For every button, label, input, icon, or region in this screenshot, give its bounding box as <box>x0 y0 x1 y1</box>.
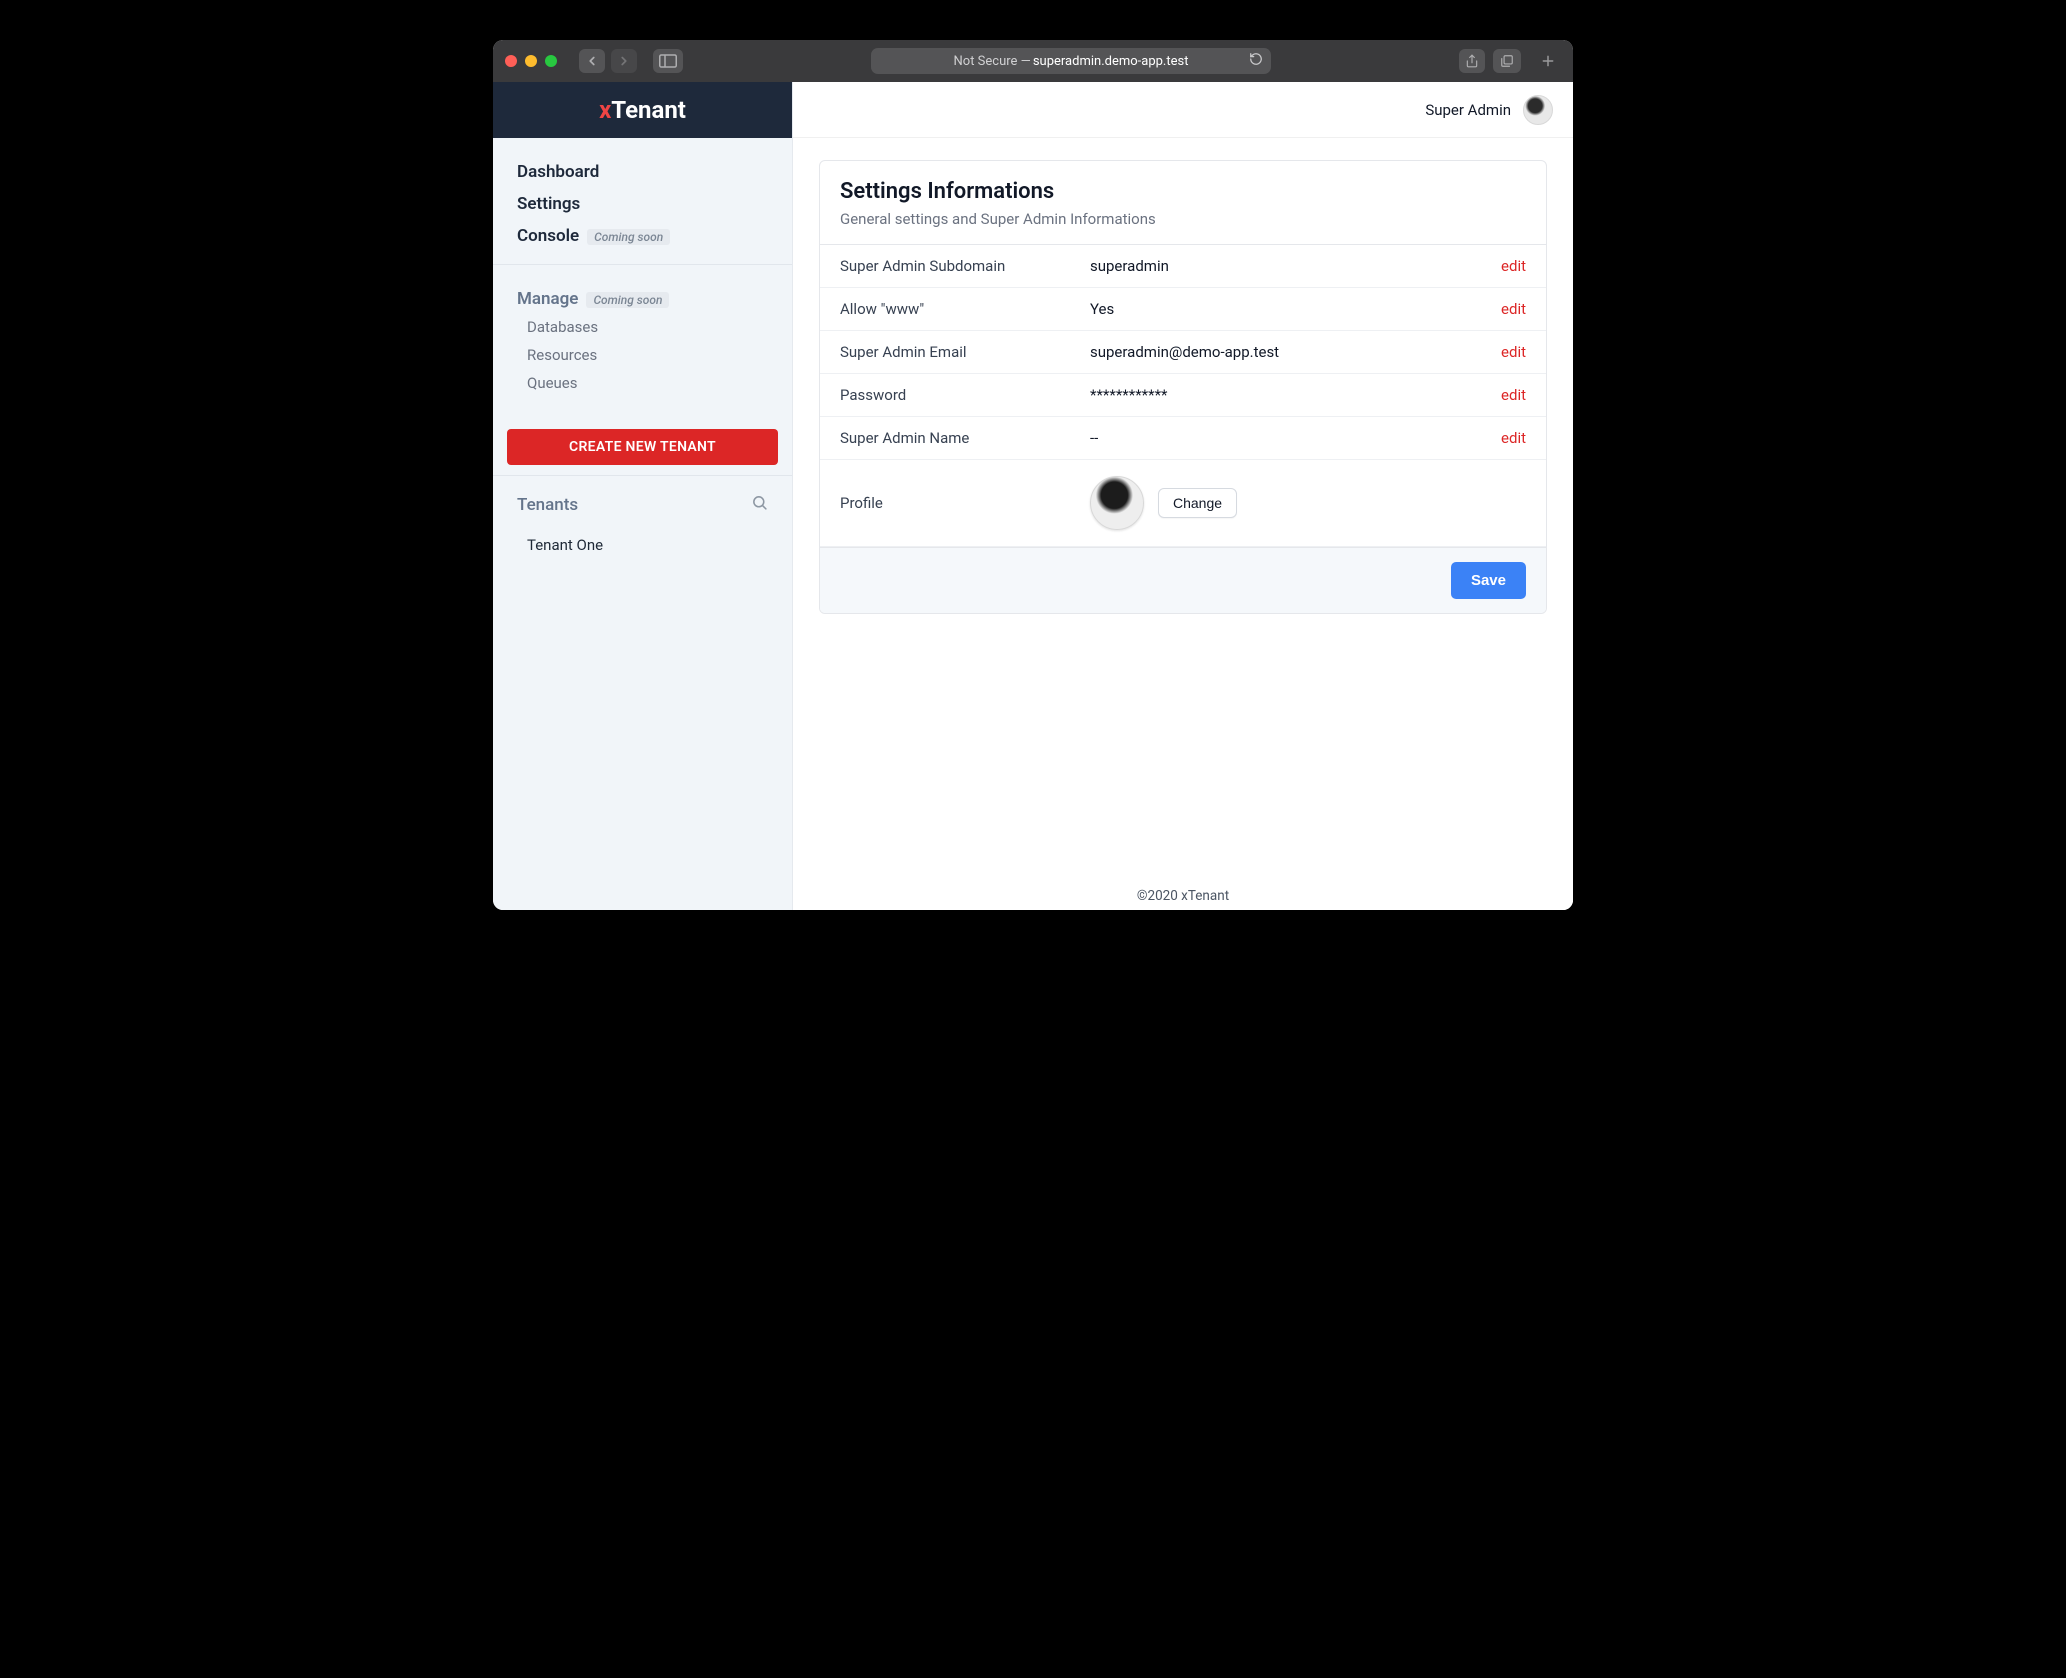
new-tab-button[interactable] <box>1535 48 1561 74</box>
footer: ©2020 xTenant <box>793 874 1573 910</box>
browser-window: Not Secure — superadmin.demo-app.test <box>493 40 1573 910</box>
edit-name[interactable]: edit <box>1501 429 1526 447</box>
card-footer: Save <box>820 547 1546 613</box>
card-subtitle: General settings and Super Admin Informa… <box>840 210 1526 228</box>
value-profile: Change <box>1090 476 1516 530</box>
nav-dashboard-label: Dashboard <box>517 162 599 182</box>
share-icon <box>1465 53 1479 69</box>
back-button[interactable] <box>579 49 605 73</box>
card-title: Settings Informations <box>840 179 1526 204</box>
value-name: -- <box>1090 429 1491 447</box>
address-security-label: Not Secure — <box>954 54 1031 69</box>
minimize-window-button[interactable] <box>525 55 537 67</box>
row-email: Super Admin Email superadmin@demo-app.te… <box>820 331 1546 374</box>
topbar: Super Admin <box>793 82 1573 138</box>
label-name: Super Admin Name <box>840 429 1080 447</box>
manage-heading: Manage Coming soon <box>517 283 768 313</box>
nav-settings-label: Settings <box>517 194 580 214</box>
card-header: Settings Informations General settings a… <box>820 161 1546 245</box>
nav-dashboard[interactable]: Dashboard <box>517 156 768 188</box>
label-password: Password <box>840 386 1080 404</box>
row-subdomain: Super Admin Subdomain superadmin edit <box>820 245 1546 288</box>
sidebar: xTenant Dashboard Settings Console Comin… <box>493 82 793 910</box>
manage-heading-label: Manage <box>517 289 578 309</box>
value-allow-www: Yes <box>1090 300 1491 318</box>
create-tenant-button[interactable]: CREATE NEW TENANT <box>507 429 778 465</box>
row-name: Super Admin Name -- edit <box>820 417 1546 460</box>
value-password: ************ <box>1090 386 1491 404</box>
reload-icon <box>1249 52 1263 66</box>
close-window-button[interactable] <box>505 55 517 67</box>
row-profile: Profile Change <box>820 460 1546 547</box>
avatar[interactable] <box>1523 95 1553 125</box>
brand-name: Tenant <box>611 96 686 124</box>
chevron-left-icon <box>585 54 599 68</box>
nav-queues[interactable]: Queues <box>517 369 768 397</box>
address-bar[interactable]: Not Secure — superadmin.demo-app.test <box>871 48 1271 74</box>
tabs-overview-button[interactable] <box>1493 49 1521 73</box>
app: xTenant Dashboard Settings Console Comin… <box>493 82 1573 910</box>
tenants-heading-label: Tenants <box>517 495 578 515</box>
plus-icon <box>1541 54 1555 68</box>
edit-allow-www[interactable]: edit <box>1501 300 1526 318</box>
save-button[interactable]: Save <box>1451 562 1526 599</box>
row-allow-www: Allow "www" Yes edit <box>820 288 1546 331</box>
tabs-icon <box>1499 54 1515 68</box>
sidebar-toggle-button[interactable] <box>653 49 683 73</box>
label-subdomain: Super Admin Subdomain <box>840 257 1080 275</box>
brand-x: x <box>599 96 611 124</box>
edit-subdomain[interactable]: edit <box>1501 257 1526 275</box>
maximize-window-button[interactable] <box>545 55 557 67</box>
search-icon <box>751 494 768 511</box>
address-host: superadmin.demo-app.test <box>1033 54 1189 69</box>
nav-console-label: Console <box>517 226 579 246</box>
label-profile: Profile <box>840 494 1080 512</box>
window-controls <box>505 55 557 67</box>
nav-console[interactable]: Console Coming soon <box>517 220 768 252</box>
manage-nav: Manage Coming soon Databases Resources Q… <box>493 265 792 409</box>
nav-resources[interactable]: Resources <box>517 341 768 369</box>
profile-avatar <box>1090 476 1144 530</box>
value-subdomain: superadmin <box>1090 257 1491 275</box>
settings-card: Settings Informations General settings a… <box>819 160 1547 614</box>
share-button[interactable] <box>1459 49 1485 73</box>
nav-settings[interactable]: Settings <box>517 188 768 220</box>
brand-logo[interactable]: xTenant <box>493 82 792 138</box>
content: Settings Informations General settings a… <box>793 138 1573 874</box>
current-user-name: Super Admin <box>1425 101 1511 119</box>
sidebar-icon <box>659 54 677 68</box>
nav-databases[interactable]: Databases <box>517 313 768 341</box>
tenant-item[interactable]: Tenant One <box>517 532 768 558</box>
row-password: Password ************ edit <box>820 374 1546 417</box>
tenants-search-button[interactable] <box>751 494 768 516</box>
coming-soon-badge: Coming soon <box>587 229 670 245</box>
value-email: superadmin@demo-app.test <box>1090 343 1491 361</box>
chevron-right-icon <box>617 54 631 68</box>
tenants-heading: Tenants <box>517 494 768 516</box>
forward-button[interactable] <box>611 49 637 73</box>
tenants-section: Tenants Tenant One <box>493 475 792 576</box>
main: Super Admin Settings Informations Genera… <box>793 82 1573 910</box>
edit-password[interactable]: edit <box>1501 386 1526 404</box>
browser-titlebar: Not Secure — superadmin.demo-app.test <box>493 40 1573 82</box>
edit-email[interactable]: edit <box>1501 343 1526 361</box>
label-email: Super Admin Email <box>840 343 1080 361</box>
label-allow-www: Allow "www" <box>840 300 1080 318</box>
change-profile-button[interactable]: Change <box>1158 488 1237 518</box>
reload-button[interactable] <box>1249 52 1263 70</box>
coming-soon-badge: Coming soon <box>586 292 669 308</box>
primary-nav: Dashboard Settings Console Coming soon <box>493 138 792 265</box>
